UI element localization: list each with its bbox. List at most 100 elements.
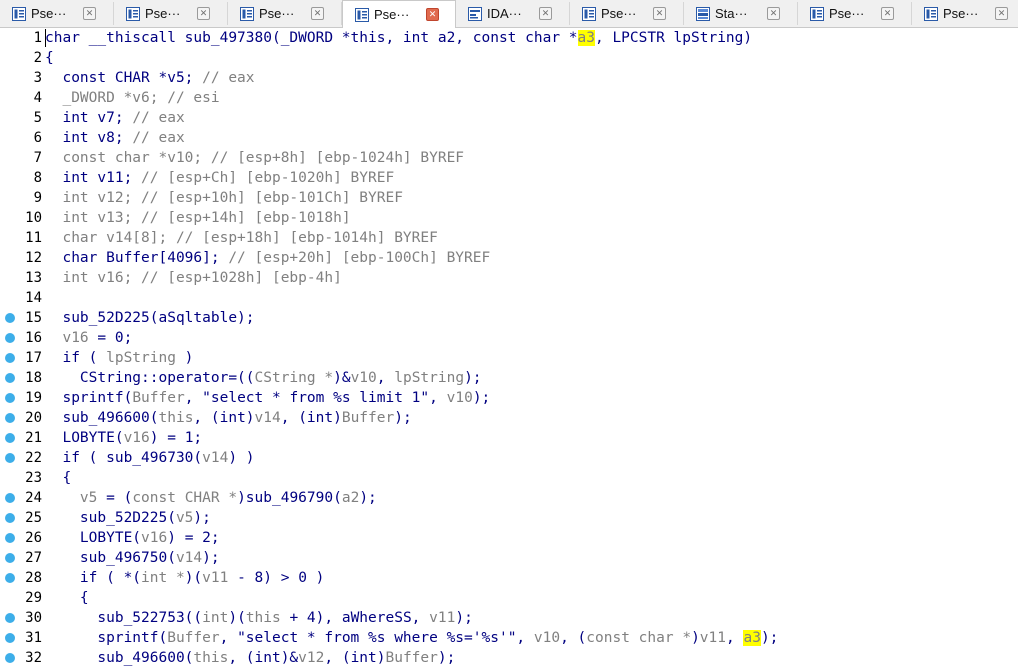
code-text: int v13; // [esp+14h] [ebp-1018h]	[45, 208, 350, 228]
code-token: _DWORD *v6;	[45, 90, 168, 106]
code-line[interactable]: 32 sub_496600(this, (int)&v12, (int)Buff…	[0, 648, 1018, 668]
breakpoint-dot-icon[interactable]	[5, 533, 15, 543]
code-line[interactable]: 16 v16 = 0;	[0, 328, 1018, 348]
code-token: LOBYTE(	[45, 430, 124, 446]
code-line[interactable]: 21 LOBYTE(v16) = 1;	[0, 428, 1018, 448]
tab-2[interactable]: Pse··· ✕	[114, 2, 228, 25]
tab-1[interactable]: Pse··· ✕	[0, 2, 114, 25]
code-line[interactable]: 23 {	[0, 468, 1018, 488]
line-number: 11	[25, 230, 42, 246]
code-line[interactable]: 24 v5 = (const CHAR *)sub_496790(a2);	[0, 488, 1018, 508]
close-icon[interactable]: ✕	[995, 7, 1008, 20]
line-number: 6	[33, 130, 42, 146]
code-line[interactable]: 15 sub_52D225(aSqltable);	[0, 308, 1018, 328]
close-icon[interactable]: ✕	[83, 7, 96, 20]
breakpoint-dot-icon[interactable]	[5, 413, 15, 423]
code-line[interactable]: 27 sub_496750(v14);	[0, 548, 1018, 568]
breakpoint-dot-icon[interactable]	[5, 633, 15, 643]
code-token: v10	[533, 630, 561, 646]
line-number: 29	[25, 590, 42, 606]
code-line[interactable]: 11 char v14[8]; // [esp+18h] [ebp-1014h]…	[0, 228, 1018, 248]
close-icon[interactable]: ✕	[311, 7, 324, 20]
code-line[interactable]: 9 int v12; // [esp+10h] [ebp-101Ch] BYRE…	[0, 188, 1018, 208]
code-token: v11	[429, 610, 456, 626]
code-line[interactable]: 20 sub_496600(this, (int)v14, (int)Buffe…	[0, 408, 1018, 428]
code-text: char Buffer[4096]; // [esp+20h] [ebp-100…	[45, 248, 490, 268]
tab-9[interactable]: Pse··· ✕	[912, 2, 1018, 25]
code-text: v5 = (const CHAR *)sub_496790(a2);	[45, 488, 377, 508]
code-token: sub_496600(	[45, 650, 194, 666]
breakpoint-dot-icon[interactable]	[5, 313, 15, 323]
code-token: // esi	[167, 90, 220, 106]
code-line[interactable]: 28 if ( *(int *)(v11 - 8) > 0 )	[0, 568, 1018, 588]
breakpoint-dot-icon[interactable]	[5, 493, 15, 503]
breakpoint-dot-icon[interactable]	[5, 553, 15, 563]
code-line[interactable]: 31 sprintf(Buffer, "select * from %s whe…	[0, 628, 1018, 648]
code-line[interactable]: 26 LOBYTE(v16) = 2;	[0, 528, 1018, 548]
breakpoint-dot-icon[interactable]	[5, 453, 15, 463]
close-icon[interactable]: ✕	[539, 7, 552, 20]
code-token: v14	[254, 410, 281, 426]
pseudocode-icon	[12, 6, 26, 21]
code-token: - 8) > 0 )	[228, 570, 325, 586]
tab-6[interactable]: Pse··· ✕	[570, 2, 684, 25]
close-icon[interactable]: ✕	[881, 7, 894, 20]
code-token: ) )	[228, 450, 255, 466]
breakpoint-dot-icon[interactable]	[5, 433, 15, 443]
code-token: ) = 2;	[167, 530, 220, 546]
tab-8[interactable]: Pse··· ✕	[798, 2, 912, 25]
code-line[interactable]: 5 int v7; // eax	[0, 108, 1018, 128]
breakpoint-dot-icon[interactable]	[5, 513, 15, 523]
code-token: );	[760, 630, 779, 646]
close-icon[interactable]: ✕	[653, 7, 666, 20]
code-token: int v11;	[45, 170, 142, 186]
code-token: , "select * from %s limit 1",	[184, 390, 447, 406]
line-number: 5	[33, 110, 42, 126]
code-token: )(	[184, 570, 203, 586]
code-text: const char *v10; // [esp+8h] [ebp-1024h]…	[45, 148, 464, 168]
close-icon[interactable]: ✕	[197, 7, 210, 20]
breakpoint-dot-icon[interactable]	[5, 653, 15, 663]
code-line[interactable]: 3 const CHAR *v5; // eax	[0, 68, 1018, 88]
code-line[interactable]: 18 CString::operator=((CString *)&v10, l…	[0, 368, 1018, 388]
breakpoint-dot-icon[interactable]	[5, 333, 15, 343]
breakpoint-dot-icon[interactable]	[5, 373, 15, 383]
breakpoint-dot-icon[interactable]	[5, 613, 15, 623]
close-icon[interactable]: ✕	[767, 7, 780, 20]
code-token: int	[202, 610, 229, 626]
tab-4[interactable]: Pse··· ✕	[342, 0, 456, 28]
code-line[interactable]: 22 if ( sub_496730(v14) )	[0, 448, 1018, 468]
code-line[interactable]: 6 int v8; // eax	[0, 128, 1018, 148]
breakpoint-dot-icon[interactable]	[5, 353, 15, 363]
breakpoint-dot-icon[interactable]	[5, 573, 15, 583]
code-line[interactable]: 2{	[0, 48, 1018, 68]
tab-3[interactable]: Pse··· ✕	[228, 2, 342, 25]
pseudocode-view[interactable]: 1 char __thiscall sub_497380(_DWORD *this…	[0, 28, 1018, 672]
line-number: 21	[25, 430, 42, 446]
code-token: sub_52D225(	[45, 510, 176, 526]
code-line[interactable]: 13 int v16; // [esp+1028h] [ebp-4h]	[0, 268, 1018, 288]
code-line[interactable]: 17 if ( lpString )	[0, 348, 1018, 368]
breakpoint-dot-icon[interactable]	[5, 393, 15, 403]
code-token: int v7;	[45, 110, 133, 126]
code-line[interactable]: 4 _DWORD *v6; // esi	[0, 88, 1018, 108]
code-line[interactable]: 29 {	[0, 588, 1018, 608]
code-token: v11	[202, 570, 229, 586]
code-text: if ( sub_496730(v14) )	[45, 448, 255, 468]
code-token: sub_496750(	[45, 550, 176, 566]
code-line[interactable]: 25 sub_52D225(v5);	[0, 508, 1018, 528]
code-token: const char *	[586, 630, 692, 646]
code-line[interactable]: 7 const char *v10; // [esp+8h] [ebp-1024…	[0, 148, 1018, 168]
code-line[interactable]: 10 int v13; // [esp+14h] [ebp-1018h]	[0, 208, 1018, 228]
code-line[interactable]: 14	[0, 288, 1018, 308]
close-icon[interactable]: ✕	[426, 8, 439, 21]
code-line[interactable]: 1 char __thiscall sub_497380(_DWORD *this…	[0, 28, 1018, 48]
code-line[interactable]: 12 char Buffer[4096]; // [esp+20h] [ebp-…	[0, 248, 1018, 268]
tab-7[interactable]: Sta··· ✕	[684, 2, 798, 25]
code-line[interactable]: 8 int v11; // [esp+Ch] [ebp-1020h] BYREF	[0, 168, 1018, 188]
code-line[interactable]: 19 sprintf(Buffer, "select * from %s lim…	[0, 388, 1018, 408]
tab-5[interactable]: IDA··· ✕	[456, 2, 570, 25]
code-line[interactable]: 30 sub_522753((int)(this + 4), aWhereSS,…	[0, 608, 1018, 628]
tab-label: Pse···	[829, 6, 865, 21]
